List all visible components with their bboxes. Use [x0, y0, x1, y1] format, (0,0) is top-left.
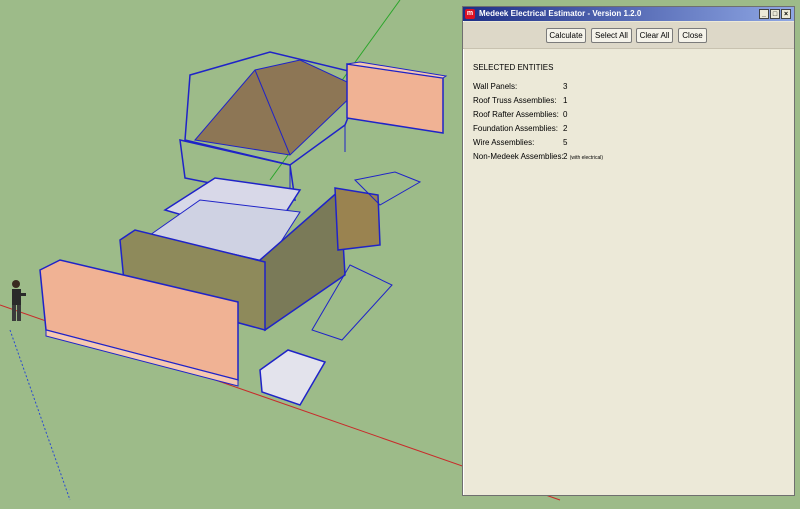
person-figure — [12, 280, 26, 321]
foundation-assembly-lower[interactable] — [259, 349, 327, 406]
entity-value: 5 — [563, 138, 568, 147]
window-titlebar[interactable]: m Medeek Electrical Estimator - Version … — [463, 7, 794, 21]
calculate-button[interactable]: Calculate — [546, 28, 586, 43]
entity-label: Non-Medeek Assemblies: — [473, 152, 564, 161]
roof-truss-assembly[interactable] — [179, 51, 367, 201]
wall-panel-back[interactable] — [346, 61, 448, 134]
select-all-button[interactable]: Select All — [591, 28, 632, 43]
entity-value: 1 — [563, 96, 568, 105]
entity-value: 3 — [563, 82, 568, 91]
entity-label: Wire Assemblies: — [473, 138, 535, 147]
clear-all-button[interactable]: Clear All — [636, 28, 673, 43]
toolbar: Calculate Select All Clear All Close — [463, 22, 794, 49]
app-icon: m — [465, 9, 475, 19]
blue-axis — [9, 329, 71, 501]
estimator-window[interactable]: m Medeek Electrical Estimator - Version … — [462, 6, 795, 496]
minimize-button[interactable]: _ — [759, 9, 769, 19]
entity-value: 2 (with electrical) — [563, 152, 603, 161]
entity-value-number: 2 — [563, 152, 568, 161]
entity-value-note: (with electrical) — [569, 155, 604, 161]
entity-label: Wall Panels: — [473, 82, 518, 91]
entity-label: Roof Rafter Assemblies: — [473, 110, 559, 119]
entity-label: Roof Truss Assemblies: — [473, 96, 557, 105]
close-window-button[interactable]: × — [781, 9, 791, 19]
entity-value: 2 — [563, 124, 568, 133]
entities-heading: SELECTED ENTITIES — [473, 63, 554, 72]
maximize-button[interactable]: □ — [770, 9, 780, 19]
entity-value: 0 — [563, 110, 568, 119]
close-button[interactable]: Close — [678, 28, 707, 43]
window-title: Medeek Electrical Estimator - Version 1.… — [479, 9, 642, 18]
entity-label: Foundation Assemblies: — [473, 124, 558, 133]
